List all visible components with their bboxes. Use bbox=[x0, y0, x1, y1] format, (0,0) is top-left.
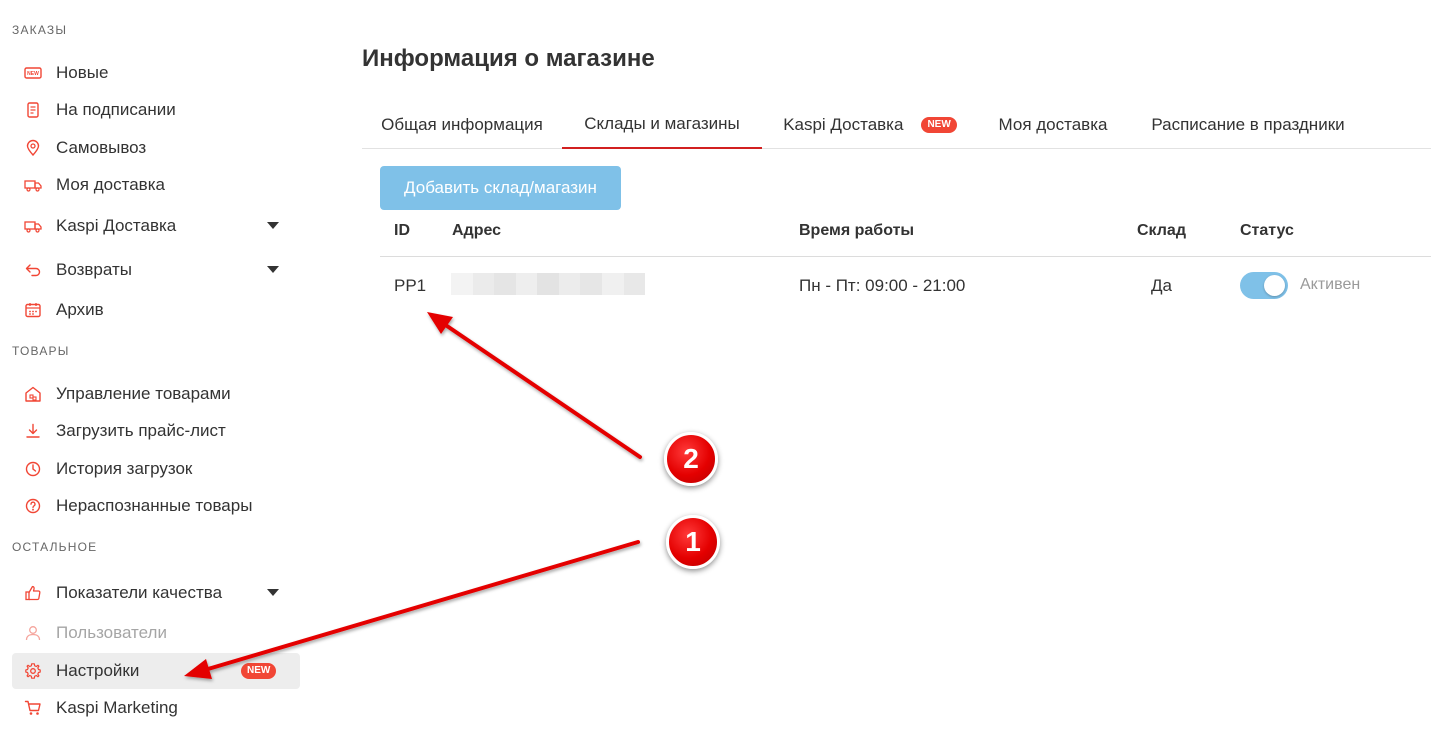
annotation-marker-1: 1 bbox=[666, 515, 720, 569]
arrow-to-settings bbox=[184, 540, 640, 679]
arrow-to-id bbox=[427, 312, 642, 459]
annotation-marker-2: 2 bbox=[664, 432, 718, 486]
annotation-arrows bbox=[184, 312, 642, 679]
